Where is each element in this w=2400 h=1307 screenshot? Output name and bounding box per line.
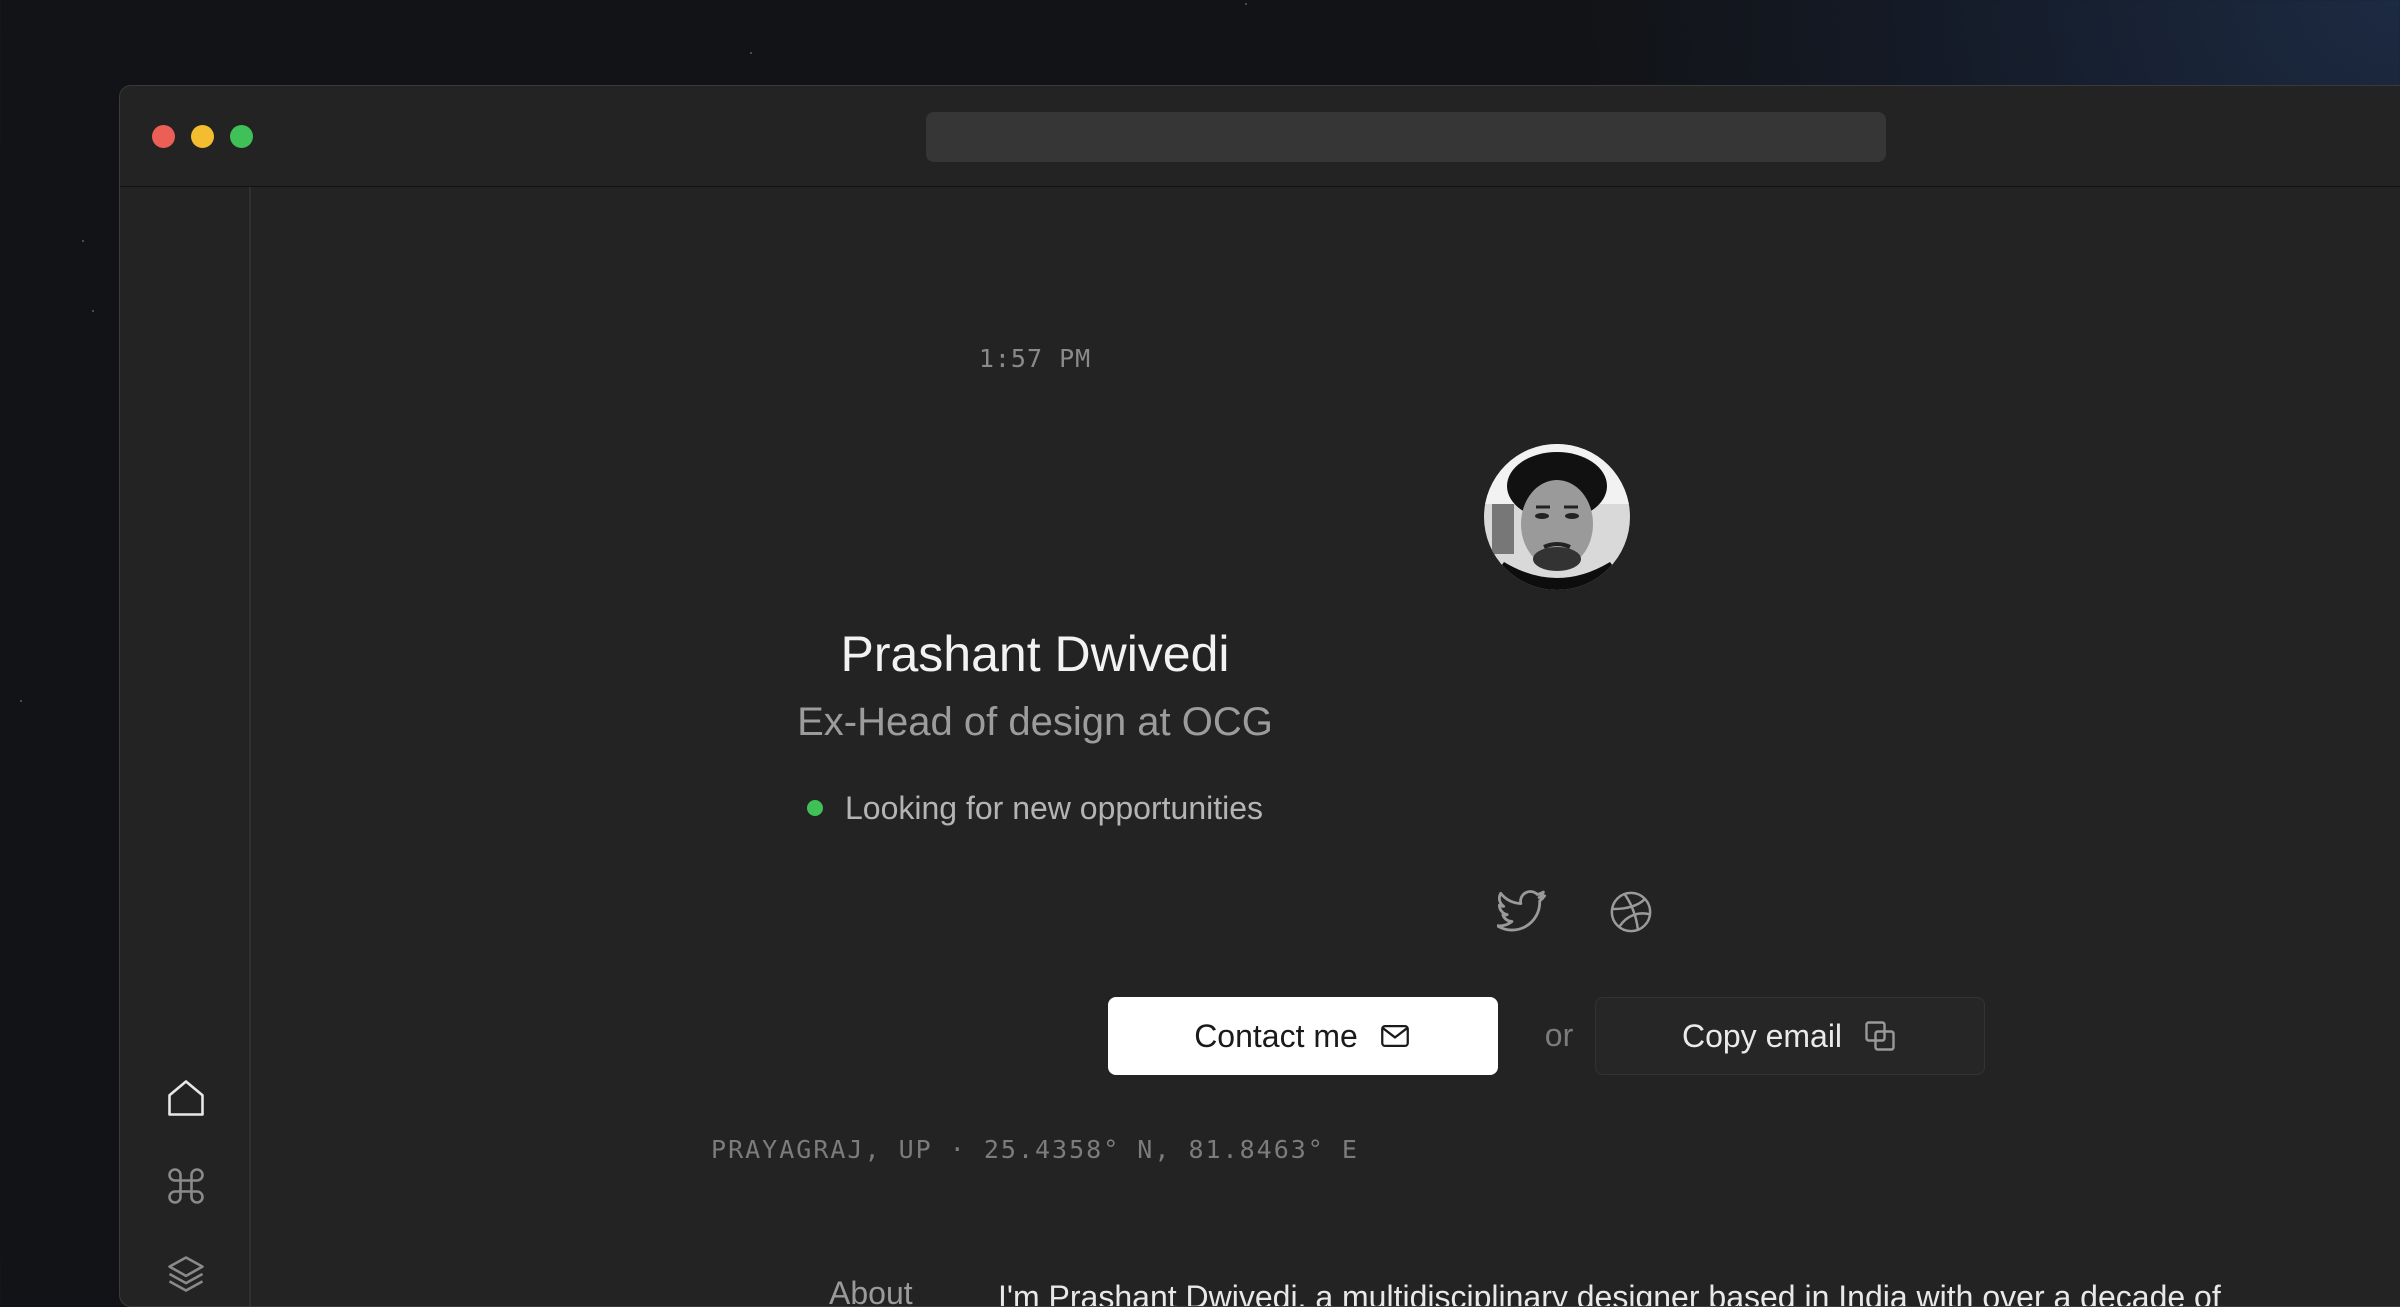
about-text: I'm Prashant Dwivedi, a multidisciplinar… [998, 1279, 2221, 1307]
sidebar [120, 187, 251, 1306]
availability-status: Looking for new opportunities [251, 790, 1819, 827]
command-icon[interactable] [164, 1164, 208, 1208]
copy-email-label: Copy email [1681, 1017, 1843, 1054]
mail-icon [1380, 1024, 1409, 1048]
copy-icon [1865, 1021, 1895, 1051]
maximize-window-button[interactable] [230, 125, 253, 148]
local-time: 1:57 PM [978, 344, 1092, 373]
about-label: About [829, 1275, 913, 1307]
contact-me-button[interactable]: Contact me [1108, 997, 1498, 1075]
home-icon[interactable] [164, 1076, 208, 1120]
status-indicator-dot [806, 799, 823, 816]
address-bar[interactable] [926, 112, 1886, 162]
profile-role: Ex-Head of design at OCG [797, 700, 1273, 744]
close-window-button[interactable] [152, 125, 175, 148]
or-separator: or [1544, 1017, 1574, 1053]
title-bar [120, 86, 2400, 187]
minimize-window-button[interactable] [191, 125, 214, 148]
dribbble-icon[interactable] [1603, 884, 1659, 940]
copy-email-button[interactable]: Copy email [1595, 997, 1985, 1075]
profile-name: Prashant Dwivedi [840, 626, 1230, 682]
twitter-icon[interactable] [1495, 884, 1551, 940]
browser-window: 1:57 PM Prashant Dwivedi Ex-Head of desi… [119, 85, 2400, 1307]
avatar [1484, 444, 1630, 590]
main-content: 1:57 PM Prashant Dwivedi Ex-Head of desi… [251, 187, 2400, 1306]
layers-icon[interactable] [164, 1252, 208, 1296]
status-text: Looking for new opportunities [844, 790, 1264, 826]
location-coordinates: PRAYAGRAJ, UP · 25.4358° N, 81.8463° E [711, 1135, 1359, 1164]
contact-me-label: Contact me [1194, 1017, 1358, 1054]
